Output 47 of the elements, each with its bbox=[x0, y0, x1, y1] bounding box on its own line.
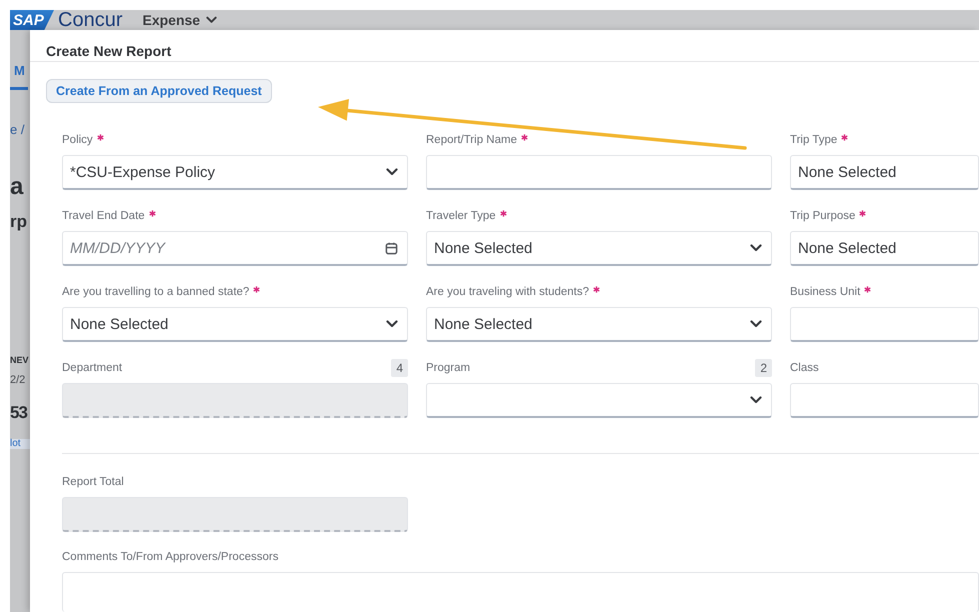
input-field[interactable] bbox=[426, 155, 772, 190]
field-label: Policy bbox=[62, 134, 93, 146]
dropdown[interactable]: None Selected bbox=[426, 231, 772, 266]
field-label: Are you travelling to a banned state? bbox=[62, 286, 250, 298]
field-label: Are you traveling with students? bbox=[426, 286, 590, 298]
dropdown[interactable]: *CSU-Expense Policy bbox=[62, 155, 408, 190]
field-label: Department bbox=[62, 362, 122, 374]
dropdown[interactable]: None Selected bbox=[62, 307, 408, 342]
expense-menu[interactable]: Expense bbox=[142, 12, 218, 28]
comments-field[interactable] bbox=[62, 572, 979, 612]
field-label: Traveler Type bbox=[426, 210, 496, 222]
field-label: Class bbox=[790, 362, 819, 374]
input-field[interactable]: None Selected bbox=[790, 155, 979, 190]
status-link[interactable]: lot bbox=[10, 439, 30, 449]
field-label: Trip Type bbox=[790, 134, 838, 146]
chevron-icon bbox=[750, 244, 762, 252]
chevron-icon bbox=[750, 396, 762, 404]
count-badge: 4 bbox=[391, 359, 408, 378]
calendar-icon bbox=[385, 242, 398, 255]
field-label: Program bbox=[426, 362, 470, 374]
dialog-title: Create New Report bbox=[46, 43, 172, 59]
report-amount: 53 bbox=[10, 404, 28, 421]
date-field[interactable]: MM/DD/YYYY bbox=[62, 231, 408, 266]
breadcrumb[interactable]: e / bbox=[10, 123, 30, 136]
field-label: Comments To/From Approvers/Processors bbox=[62, 551, 278, 563]
report-name: NEV bbox=[10, 356, 30, 365]
chevron-icon bbox=[386, 168, 398, 176]
input-field[interactable] bbox=[790, 307, 979, 342]
dropdown[interactable] bbox=[426, 383, 772, 418]
logo: SAP bbox=[10, 10, 54, 30]
field-label: Report Total bbox=[62, 476, 124, 488]
create-from-request-button[interactable]: Create From an Approved Request bbox=[46, 79, 272, 104]
report-date: 2/2 bbox=[10, 375, 26, 386]
field-label: Trip Purpose bbox=[790, 210, 856, 222]
product-name: Concur bbox=[58, 10, 122, 30]
chevron-icon bbox=[206, 16, 218, 24]
input-field[interactable] bbox=[790, 383, 979, 418]
chevron-icon bbox=[386, 320, 398, 328]
dropdown[interactable]: None Selected bbox=[426, 307, 772, 342]
chevron-icon bbox=[750, 320, 762, 328]
field-label: Travel End Date bbox=[62, 210, 145, 222]
field-label: Report/Trip Name bbox=[426, 134, 517, 146]
input-field[interactable]: None Selected bbox=[790, 231, 979, 266]
page-heading: a bbox=[10, 175, 24, 199]
field-label: Business Unit bbox=[790, 286, 860, 298]
page-subheading: rp bbox=[10, 213, 28, 230]
count-badge: 2 bbox=[755, 359, 772, 378]
